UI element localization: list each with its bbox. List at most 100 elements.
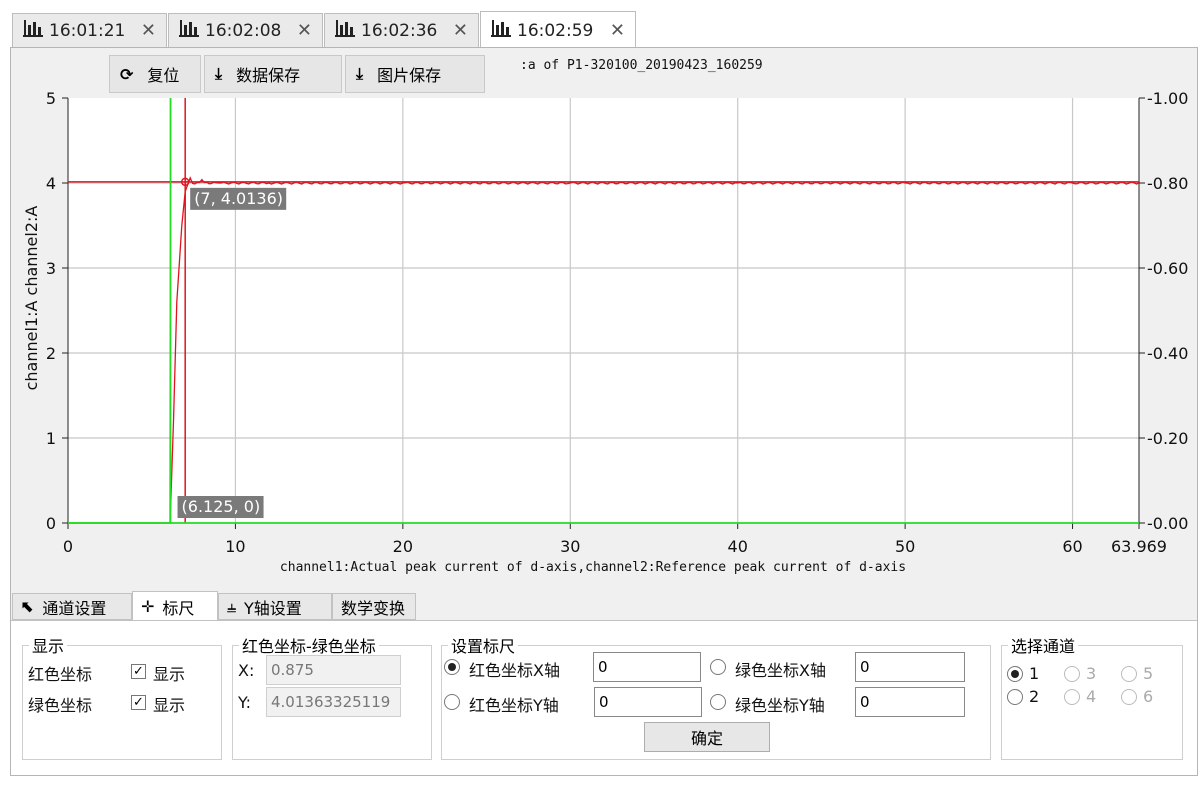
green-y-field[interactable] <box>855 687 965 717</box>
y-right-tick-label: -0.60 <box>1147 259 1188 278</box>
channel-radio-4[interactable] <box>1064 689 1080 705</box>
red-show-checkbox[interactable]: ✓ <box>131 664 146 679</box>
tab-ruler[interactable]: ✛ 标尺 <box>132 591 218 621</box>
red-x-radio[interactable] <box>444 659 460 675</box>
channel-radio-2[interactable] <box>1007 689 1023 705</box>
red-coord-label: 红色坐标 <box>28 665 93 684</box>
bar-chart-icon <box>491 19 511 42</box>
plot-area: 0 10 20 30 40 50 60 63.969 0 1 2 3 4 5 -0.00 -0.20 -0.40… <box>11 48 1197 588</box>
panel-tab-strip: ⬉ 通道设置 ✛ 标尺 ⫨ Y轴设置 数学变换 <box>11 591 1197 621</box>
grid <box>68 98 1139 523</box>
confirm-label: 确定 <box>690 729 723 748</box>
save-image-label: 图片保存 <box>377 66 442 85</box>
bar-chart-icon <box>23 19 43 42</box>
chart-title: :a of P1-320100_20190423_160259 <box>520 58 763 73</box>
tab-label: 数学变换 <box>341 598 406 618</box>
red-y-label: 红色坐标Y轴 <box>469 696 559 715</box>
document-tab-strip: 16:01:21 ✕ 16:02:08 ✕ 16:02:36 ✕ 16:02:5… <box>0 0 1201 49</box>
y-label: Y: <box>238 693 252 712</box>
green-y-radio[interactable] <box>710 694 726 710</box>
green-x-label: 绿色坐标X轴 <box>735 661 826 680</box>
x-tick-label: 63.969 <box>1111 537 1167 556</box>
chart-toolbar: ⟳ 复位 ⤓ 数据保存 ⤓ 图片保存 <box>109 55 485 95</box>
bar-chart-icon <box>179 19 199 42</box>
axis-icon: ⫨ <box>227 596 237 616</box>
red-show-label: 显示 <box>153 665 186 684</box>
channel-option-label: 1 <box>1029 664 1040 683</box>
green-show-checkbox[interactable]: ✓ <box>131 695 146 710</box>
x-tick-label: 10 <box>225 537 245 556</box>
bar-chart-icon <box>335 19 355 42</box>
y-coord-field[interactable] <box>266 687 401 717</box>
channel-radio-1[interactable] <box>1007 666 1023 682</box>
reset-label: 复位 <box>147 66 180 85</box>
document-tab-label: 16:02:36 <box>361 20 438 41</box>
green-y-label: 绿色坐标Y轴 <box>735 696 825 715</box>
document-tab-label: 16:01:21 <box>49 20 126 41</box>
green-x-radio[interactable] <box>710 659 726 675</box>
channel-option-label: 5 <box>1143 664 1154 683</box>
tab-label: 通道设置 <box>42 598 107 618</box>
close-icon[interactable]: ✕ <box>453 20 468 41</box>
green-show-label: 显示 <box>153 696 186 715</box>
channel-option-label: 3 <box>1086 664 1097 683</box>
y-right-tick-label: -1.00 <box>1147 89 1188 108</box>
save-data-label: 数据保存 <box>236 66 301 85</box>
group-legend: 选择通道 <box>1011 637 1076 656</box>
document-tab-3[interactable]: 16:02:36 ✕ <box>324 13 479 47</box>
cursor-pointer-icon: ⬉ <box>21 597 35 616</box>
channel-radio-5[interactable] <box>1121 666 1137 682</box>
document-tab-1[interactable]: 16:01:21 ✕ <box>12 13 167 47</box>
y-axis-label: channel1:A channel2:A <box>22 206 41 391</box>
line-chart[interactable]: 0 10 20 30 40 50 60 63.969 0 1 2 3 4 5 -0.00 -0.20 -0.40… <box>11 48 1197 588</box>
tab-label: Y轴设置 <box>244 598 302 618</box>
y-right-tick-label: -0.40 <box>1147 344 1188 363</box>
channel-option-label: 4 <box>1086 687 1097 706</box>
x-tick-label: 30 <box>560 537 580 556</box>
y-left-tick-label: 5 <box>46 89 56 108</box>
save-image-button[interactable]: ⤓ 图片保存 <box>345 55 485 93</box>
y-left-tick-label: 3 <box>46 259 56 278</box>
refresh-icon: ⟳ <box>120 64 134 84</box>
tab-y-axis-settings[interactable]: ⫨ Y轴设置 <box>218 593 332 620</box>
y-right-tick-label: -0.80 <box>1147 174 1188 193</box>
close-icon[interactable]: ✕ <box>141 20 156 41</box>
group-legend: 设置标尺 <box>451 637 516 656</box>
tab-channel-settings[interactable]: ⬉ 通道设置 <box>12 593 132 620</box>
group-legend: 显示 <box>32 637 65 656</box>
y-left-tick-label: 1 <box>46 429 56 448</box>
red-x-label: 红色坐标X轴 <box>469 661 560 680</box>
crosshair-icon: ✛ <box>141 597 155 616</box>
reset-button[interactable]: ⟳ 复位 <box>109 55 201 93</box>
y-left-tick-label: 0 <box>46 514 56 533</box>
x-tick-label: 0 <box>63 537 73 556</box>
plot-background <box>68 98 1139 523</box>
channel-radio-3[interactable] <box>1064 666 1080 682</box>
channel-radio-6[interactable] <box>1121 689 1137 705</box>
x-coord-field[interactable] <box>266 655 401 685</box>
x-label: X: <box>238 661 255 680</box>
ruler-settings-panel: 显示 红色坐标 ✓ 显示 绿色坐标 ✓ 显示 红色坐标-绿色坐标 X: Y: 设… <box>11 620 1197 775</box>
main-panel: 0 10 20 30 40 50 60 63.969 0 1 2 3 4 5 -0.00 -0.20 -0.40… <box>10 47 1198 776</box>
channel-option-label: 2 <box>1029 687 1040 706</box>
document-tab-label: 16:02:08 <box>205 20 282 41</box>
save-data-button[interactable]: ⤓ 数据保存 <box>204 55 342 93</box>
close-icon[interactable]: ✕ <box>610 20 625 41</box>
y-left-tick-label: 4 <box>46 174 56 193</box>
red-x-field[interactable] <box>593 652 701 682</box>
red-y-field[interactable] <box>594 687 702 717</box>
close-icon[interactable]: ✕ <box>297 20 312 41</box>
confirm-button[interactable]: 确定 <box>644 722 770 752</box>
document-tab-label: 16:02:59 <box>517 20 594 41</box>
document-tab-4[interactable]: 16:02:59 ✕ <box>480 11 636 49</box>
download-icon: ⤓ <box>215 64 223 83</box>
red-y-radio[interactable] <box>444 694 460 710</box>
x-tick-label: 50 <box>895 537 915 556</box>
green-x-field[interactable] <box>855 652 965 682</box>
document-tab-2[interactable]: 16:02:08 ✕ <box>168 13 323 47</box>
x-tick-label: 20 <box>393 537 413 556</box>
download-icon: ⤓ <box>356 64 364 83</box>
tab-math-transform[interactable]: 数学变换 <box>332 593 416 620</box>
y-right-tick-label: -0.20 <box>1147 429 1188 448</box>
x-tick-label: 40 <box>728 537 748 556</box>
